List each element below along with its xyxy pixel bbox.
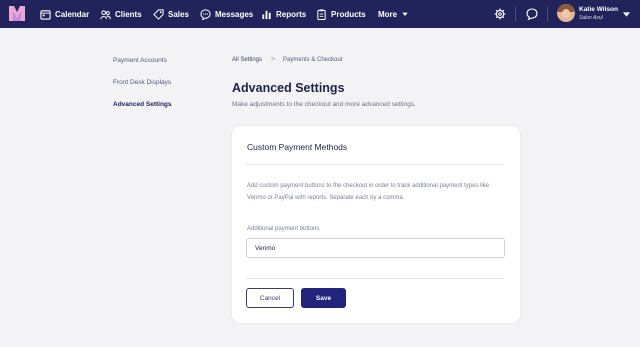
- nav-more-label: More: [378, 9, 398, 19]
- salon-name: Salon Azul: [579, 15, 603, 21]
- nav-clients-label: Clients: [115, 9, 142, 19]
- avatar[interactable]: [557, 4, 575, 22]
- nav-more-menu[interactable]: More: [378, 0, 409, 28]
- sidebar-item-payment-accounts[interactable]: Payment Accounts: [113, 57, 167, 64]
- breadcrumb-current: Payments & Checkout: [283, 57, 343, 63]
- nav-calendar[interactable]: Calendar: [40, 0, 89, 28]
- user-name[interactable]: Katie Wilson: [579, 6, 618, 13]
- cancel-button[interactable]: Cancel: [246, 288, 294, 308]
- card-divider: [246, 164, 504, 165]
- clients-icon: [100, 9, 111, 19]
- nav-divider: [515, 6, 516, 22]
- card-description: Add custom payment buttons to the checko…: [247, 183, 490, 201]
- bar-chart-icon: [262, 10, 271, 19]
- page-subtitle: Make adjustments to the checkout and mor…: [232, 101, 416, 108]
- nav-reports[interactable]: Reports: [261, 0, 306, 28]
- sidebar-item-advanced-settings[interactable]: Advanced Settings: [113, 101, 172, 108]
- nav-messages[interactable]: Messages: [200, 0, 253, 28]
- message-bubble-icon: [200, 8, 211, 20]
- nav-sales-label: Sales: [168, 9, 189, 19]
- nav-divider: [547, 6, 548, 22]
- gear-icon[interactable]: [494, 8, 506, 20]
- clipboard-icon: [317, 8, 326, 20]
- nav-sales[interactable]: Sales: [153, 0, 189, 28]
- additional-payment-buttons-label: Additional payment buttons: [247, 226, 320, 232]
- app-logo-icon[interactable]: [9, 6, 25, 21]
- caret-down-icon: [402, 12, 408, 16]
- user-menu-caret-icon[interactable]: [623, 12, 630, 17]
- nav-calendar-label: Calendar: [55, 9, 90, 19]
- nav-reports-label: Reports: [276, 9, 307, 19]
- save-button[interactable]: Save: [301, 288, 346, 308]
- top-navigation-bar: Calendar Clients Sales Messages Reports …: [0, 0, 640, 28]
- nav-products[interactable]: Products: [316, 0, 366, 28]
- nav-products-label: Products: [331, 9, 366, 19]
- nav-clients[interactable]: Clients: [100, 0, 142, 28]
- tag-icon: [153, 8, 164, 20]
- sidebar-item-front-desk-displays[interactable]: Front Desk Displays: [113, 79, 171, 86]
- additional-payment-buttons-input[interactable]: [246, 238, 505, 258]
- card-divider: [246, 278, 504, 279]
- chat-icon[interactable]: [526, 8, 538, 20]
- page-title: Advanced Settings: [232, 81, 345, 95]
- breadcrumb-separator: >: [271, 56, 276, 63]
- calendar-icon: [40, 9, 51, 20]
- custom-payment-methods-card: Custom Payment Methods Add custom paymen…: [232, 126, 520, 323]
- breadcrumb-all-settings[interactable]: All Settings: [232, 57, 262, 63]
- card-title: Custom Payment Methods: [247, 142, 348, 152]
- nav-messages-label: Messages: [215, 9, 254, 19]
